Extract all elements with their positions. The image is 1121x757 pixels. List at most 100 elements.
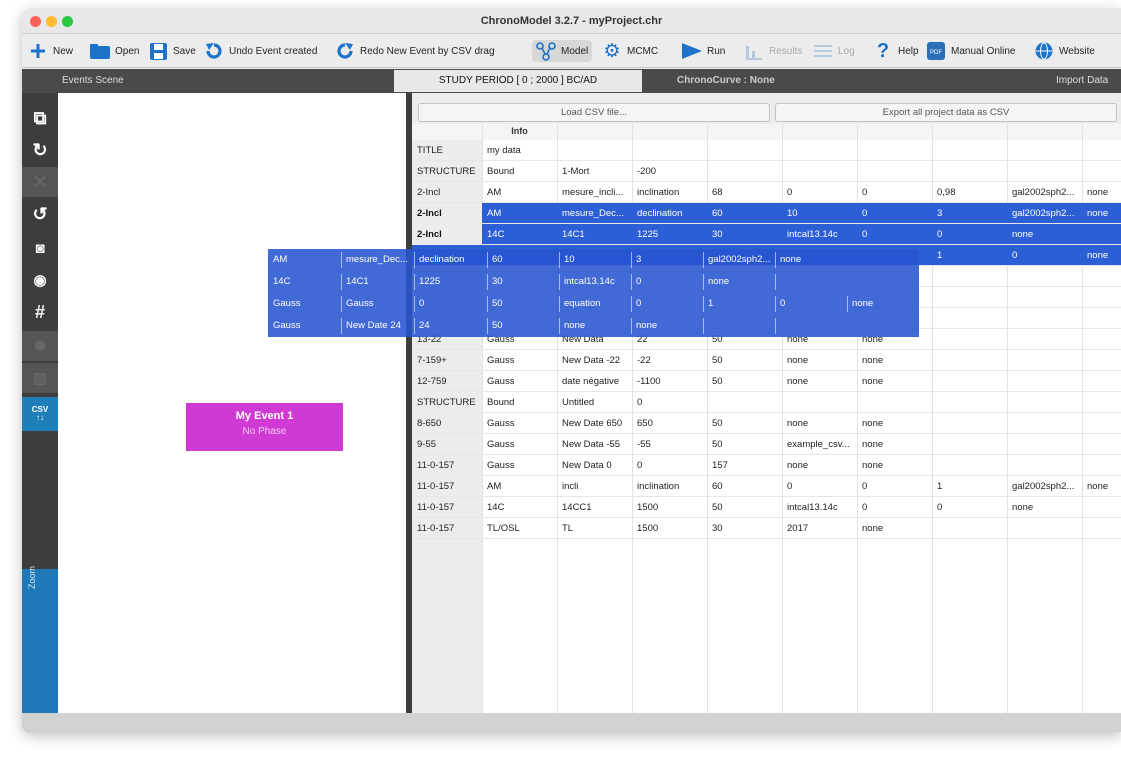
table-cell[interactable]: 14C	[482, 497, 557, 518]
table-cell[interactable]: none	[782, 350, 857, 371]
table-cell[interactable]: inclination	[632, 476, 707, 497]
table-cell[interactable]: -1100	[632, 371, 707, 392]
table-cell[interactable]: New Data -55	[557, 434, 632, 455]
mcmc-button[interactable]: ⚙ MCMC	[602, 40, 658, 62]
results-button[interactable]: Results	[744, 40, 802, 62]
table-cell[interactable]	[932, 350, 1007, 371]
table-cell[interactable]: 14C1	[557, 224, 632, 245]
new-bound-icon[interactable]: ↻	[22, 135, 58, 165]
table-cell[interactable]: 2017	[782, 518, 857, 539]
table-cell[interactable]	[1007, 413, 1082, 434]
table-cell[interactable]	[1007, 371, 1082, 392]
log-button[interactable]: Log	[813, 40, 855, 62]
table-cell[interactable]: 157	[707, 455, 782, 476]
table-cell[interactable]	[1082, 161, 1121, 182]
website-button[interactable]: Website	[1034, 40, 1095, 62]
table-cell[interactable]: gal2002sph2...	[1007, 203, 1082, 224]
table-row[interactable]: 12-759 Gauss date négative -1100 50 none none	[412, 371, 1121, 392]
table-cell[interactable]	[1082, 350, 1121, 371]
table-cell[interactable]	[1007, 140, 1082, 161]
row-header[interactable]: 11-0-157	[412, 518, 482, 539]
delete-icon[interactable]: ✕	[22, 167, 58, 197]
table-cell[interactable]: Gauss	[482, 371, 557, 392]
help-button[interactable]: ? Help	[873, 40, 919, 62]
table-row[interactable]: 2-Incl AM mesure_incli... inclination 68 0 0 0,…	[412, 182, 1121, 203]
table-cell[interactable]	[1082, 413, 1121, 434]
run-button[interactable]: Run	[682, 40, 725, 62]
table-cell[interactable]: 650	[632, 413, 707, 434]
table-cell[interactable]: 0	[857, 182, 932, 203]
recycle-icon[interactable]: ↺	[22, 199, 58, 229]
table-cell[interactable]: mesure_incli...	[557, 182, 632, 203]
table-cell[interactable]: 30	[707, 518, 782, 539]
table-cell[interactable]	[782, 140, 857, 161]
table-cell[interactable]: none	[782, 371, 857, 392]
table-row[interactable]: TITLE my data	[412, 140, 1121, 161]
row-header[interactable]: 11-0-157	[412, 476, 482, 497]
table-cell[interactable]	[932, 287, 1007, 308]
table-cell[interactable]: 50	[707, 497, 782, 518]
table-cell[interactable]	[1007, 392, 1082, 413]
table-cell[interactable]: none	[1082, 476, 1121, 497]
chronocurve-label[interactable]: ChronoCurve : None	[677, 75, 775, 86]
table-cell[interactable]	[932, 434, 1007, 455]
table-row[interactable]: 11-0-157 AM incli inclination 60 0 0 1 gal2002sp…	[412, 476, 1121, 497]
row-header[interactable]: STRUCTURE	[412, 161, 482, 182]
row-header[interactable]: 11-0-157	[412, 455, 482, 476]
table-cell[interactable]	[1082, 497, 1121, 518]
table-cell[interactable]: 68	[707, 182, 782, 203]
table-cell[interactable]: none	[1007, 224, 1082, 245]
table-cell[interactable]: declination	[632, 203, 707, 224]
manual-online-button[interactable]: PDF Manual Online	[926, 40, 1015, 62]
table-cell[interactable]	[1082, 329, 1121, 350]
table-cell[interactable]	[1007, 518, 1082, 539]
table-cell[interactable]: gal2002sph2...	[1007, 476, 1082, 497]
table-row[interactable]: 11-0-157 TL/OSL TL 1500 30 2017 none	[412, 518, 1121, 539]
table-cell[interactable]: 60	[707, 476, 782, 497]
row-header[interactable]: 12-759	[412, 371, 482, 392]
table-cell[interactable]: incli	[557, 476, 632, 497]
table-cell[interactable]: intcal13.14c	[782, 497, 857, 518]
row-header[interactable]: 11-0-157	[412, 497, 482, 518]
table-cell[interactable]: 0	[782, 182, 857, 203]
table-cell[interactable]: gal2002sph2...	[1007, 182, 1082, 203]
table-cell[interactable]	[1007, 329, 1082, 350]
table-cell[interactable]: 0	[632, 392, 707, 413]
table-cell[interactable]	[857, 161, 932, 182]
table-row[interactable]: 11-0-157 Gauss New Data 0 0 157 none none	[412, 455, 1121, 476]
table-cell[interactable]	[1007, 455, 1082, 476]
csv-data-table[interactable]: Info TITLE my data STRUCTURE Bound 1-Mort -20…	[412, 124, 1121, 713]
table-row[interactable]: 7-159+ Gauss New Data -22 -22 50 none none	[412, 350, 1121, 371]
table-cell[interactable]: 3	[932, 203, 1007, 224]
table-cell[interactable]: -55	[632, 434, 707, 455]
save-button[interactable]: Save	[148, 40, 196, 62]
eye-icon[interactable]: ◉	[22, 265, 58, 295]
table-cell[interactable]	[1007, 434, 1082, 455]
table-cell[interactable]: none	[1007, 497, 1082, 518]
table-cell[interactable]	[932, 308, 1007, 329]
table-cell[interactable]: mesure_Dec...	[557, 203, 632, 224]
table-cell[interactable]: 0	[857, 224, 932, 245]
table-cell[interactable]	[632, 140, 707, 161]
table-cell[interactable]: New Data -22	[557, 350, 632, 371]
open-button[interactable]: Open	[90, 40, 139, 62]
settings-icon[interactable]: ✺	[22, 331, 58, 361]
events-scene-canvas[interactable]: My Event 1 No Phase	[58, 93, 406, 713]
table-cell[interactable]	[1007, 350, 1082, 371]
table-cell[interactable]	[707, 392, 782, 413]
table-cell[interactable]	[857, 392, 932, 413]
table-cell[interactable]	[1082, 224, 1121, 245]
table-cell[interactable]: none	[857, 413, 932, 434]
csv-import-icon[interactable]: CSV ↑↓	[22, 397, 58, 431]
table-cell[interactable]: 0	[932, 497, 1007, 518]
table-cell[interactable]: 1225	[632, 224, 707, 245]
table-cell[interactable]	[932, 518, 1007, 539]
row-header[interactable]: 2-Incl	[412, 182, 482, 203]
table-cell[interactable]: none	[1082, 245, 1121, 266]
table-cell[interactable]: 0	[782, 476, 857, 497]
table-cell[interactable]	[932, 329, 1007, 350]
table-cell[interactable]: 14C	[482, 224, 557, 245]
table-cell[interactable]: Untitled	[557, 392, 632, 413]
table-cell[interactable]: New Data 0	[557, 455, 632, 476]
table-cell[interactable]: 1500	[632, 497, 707, 518]
